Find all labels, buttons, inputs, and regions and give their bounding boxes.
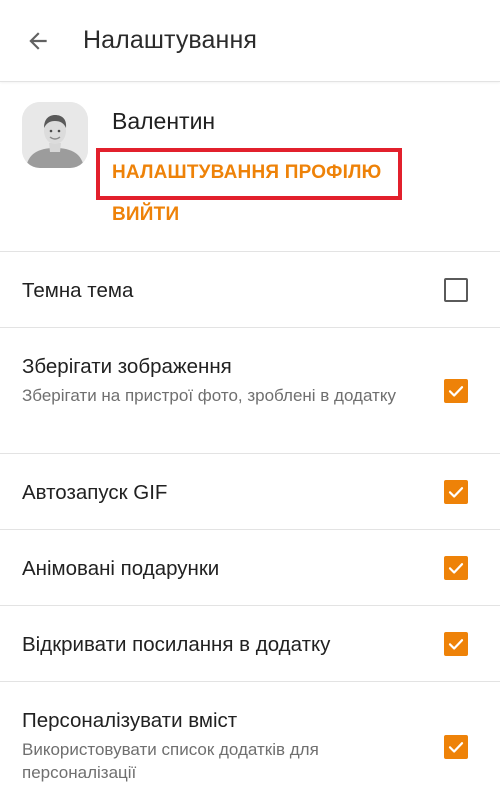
profile-settings-link[interactable]: НАЛАШТУВАННЯ ПРОФІЛЮ	[112, 162, 381, 184]
checkbox-autoplay-gif[interactable]	[444, 480, 468, 504]
checkbox-open-links-in-app[interactable]	[444, 632, 468, 656]
profile-section: Валентин НАЛАШТУВАННЯ ПРОФІЛЮ ВИЙТИ	[0, 82, 500, 252]
user-name: Валентин	[112, 108, 216, 134]
setting-title: Автозапуск GIF	[22, 481, 168, 504]
setting-title: Зберігати зображення	[22, 355, 232, 378]
check-icon	[448, 386, 464, 397]
setting-title: Персоналізувати вміст	[22, 709, 238, 732]
setting-dark-theme[interactable]: Темна тема	[0, 252, 500, 328]
setting-animated-gifts[interactable]: Анімовані подарунки	[0, 530, 500, 606]
checkbox-dark-theme[interactable]	[444, 278, 468, 302]
setting-title: Анімовані подарунки	[22, 557, 220, 580]
setting-autoplay-gif[interactable]: Автозапуск GIF	[0, 454, 500, 530]
setting-open-links-in-app[interactable]: Відкривати посилання в додатку	[0, 606, 500, 682]
toolbar: Налаштування	[0, 0, 500, 82]
check-icon	[448, 487, 464, 498]
setting-title: Відкривати посилання в додатку	[22, 633, 331, 656]
avatar[interactable]	[22, 102, 88, 168]
check-icon	[448, 742, 464, 753]
user-avatar-icon	[22, 102, 88, 168]
setting-description: Зберігати на пристрої фото, зроблені в д…	[22, 386, 396, 405]
setting-personalize-content[interactable]: Персоналізувати вміст Використовувати сп…	[0, 682, 500, 808]
back-button[interactable]	[20, 23, 56, 59]
page-title: Налаштування	[83, 26, 257, 54]
setting-title: Темна тема	[22, 279, 134, 302]
check-icon	[448, 563, 464, 574]
checkbox-save-images[interactable]	[444, 379, 468, 403]
checkbox-animated-gifts[interactable]	[444, 556, 468, 580]
arrow-left-icon	[29, 31, 47, 50]
checkbox-personalize-content[interactable]	[444, 735, 468, 759]
setting-save-images[interactable]: Зберігати зображення Зберігати на пристр…	[0, 328, 500, 454]
setting-description: Використовувати список додатків для перс…	[22, 740, 319, 782]
logout-link[interactable]: ВИЙТИ	[112, 204, 179, 226]
check-icon	[448, 639, 464, 650]
